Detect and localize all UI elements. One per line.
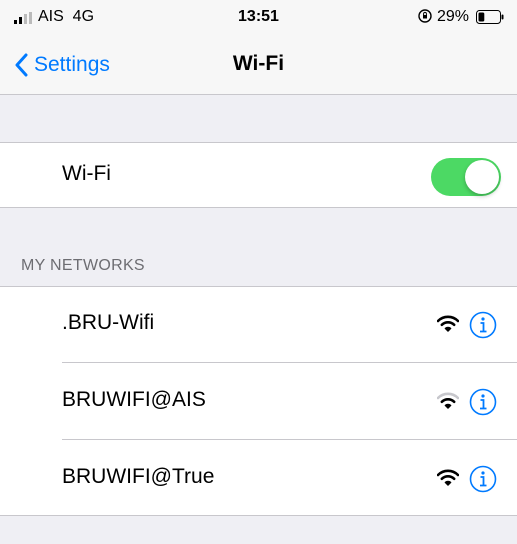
wifi-medium-icon [437,392,459,409]
row-separator [62,439,517,440]
page-title: Wi-Fi [232,52,285,75]
wifi-full-icon [437,315,459,332]
battery-percent: 29% [437,8,470,25]
wifi-toggle-label: Wi-Fi [62,162,111,185]
info-icon[interactable] [469,311,497,339]
info-icon[interactable] [469,388,497,416]
navigation-bar: Settings Wi-Fi [0,34,517,95]
orientation-lock-icon [418,9,432,23]
wifi-toggle-row: Wi-Fi [0,142,517,208]
network-name: BRUWIFI@AIS [62,388,206,411]
row-separator [62,362,517,363]
my-networks-list: .BRU-Wifi BRUWIFI@AIS BRUWIFI@True [0,286,517,516]
toggle-knob [465,160,499,194]
battery-icon [476,10,504,24]
network-row[interactable]: BRUWIFI@True [0,441,517,517]
network-name: BRUWIFI@True [62,465,215,488]
status-bar: AIS 4G 13:51 29% [0,0,517,34]
section-header-my-networks: MY NETWORKS [21,257,145,274]
info-icon[interactable] [469,465,497,493]
network-row[interactable]: BRUWIFI@AIS [0,364,517,440]
network-row[interactable]: .BRU-Wifi [0,287,517,363]
network-name: .BRU-Wifi [62,311,155,334]
wifi-toggle-switch[interactable] [431,158,501,196]
wifi-full-icon [437,469,459,486]
